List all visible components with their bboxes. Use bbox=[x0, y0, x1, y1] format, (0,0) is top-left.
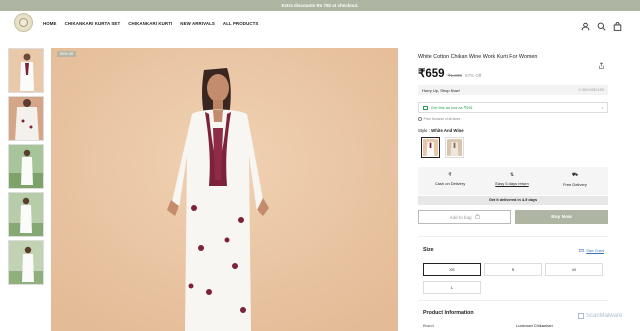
buy-now-button[interactable]: Buy Now bbox=[515, 210, 608, 224]
offer-text: Get this as low as ₹591 bbox=[431, 105, 473, 110]
feature-cod-label: Cash on Delivery bbox=[434, 181, 466, 186]
style-label: Style : White And Wine bbox=[418, 128, 464, 133]
offer-row[interactable]: Get this as low as ₹591 › bbox=[418, 102, 608, 113]
hurry-text: Hurry Up, Shop Now! bbox=[422, 87, 460, 93]
watermark-text: ScanMalware bbox=[586, 313, 623, 319]
chevron-right-icon: › bbox=[601, 105, 603, 110]
thumbnail-1[interactable] bbox=[8, 48, 44, 93]
brand-value: Lucknowi Chikankari bbox=[516, 323, 553, 328]
size-option-s[interactable]: S bbox=[484, 263, 542, 276]
product-title: White Cotton Chikan Wine Work Kurti For … bbox=[418, 54, 538, 60]
watermark-logo-icon bbox=[578, 313, 584, 319]
countdown-timer: ⏱ 00H:03M:15S bbox=[578, 88, 604, 92]
share-icon[interactable] bbox=[598, 56, 605, 69]
bag-icon[interactable] bbox=[613, 18, 622, 31]
tax-note: Price Inclusive of all taxes bbox=[418, 117, 460, 121]
sale-price: ₹659 bbox=[418, 68, 445, 80]
original-price: ₹1,999 bbox=[447, 73, 462, 78]
thumbnail-4[interactable] bbox=[8, 192, 44, 237]
features-box: ₹ Cash on Delivery ⇅ Easy 5 days return … bbox=[418, 167, 608, 195]
thumbnail-5[interactable] bbox=[8, 240, 44, 285]
hurry-banner: Hurry Up, Shop Now! ⏱ 00H:03M:15S bbox=[418, 85, 608, 95]
size-section: Size Size Chart XS S M L bbox=[418, 236, 608, 306]
site-header: HOME CHIKANKARI KURTA SET CHIKANKARI KUR… bbox=[0, 11, 640, 35]
style-swatch-alt[interactable] bbox=[445, 137, 464, 158]
size-option-m[interactable]: M bbox=[545, 263, 603, 276]
header-icons bbox=[581, 18, 622, 31]
main-product-image[interactable]: 80% Off bbox=[51, 48, 398, 331]
size-option-l[interactable]: L bbox=[423, 281, 481, 294]
return-icon: ⇅ bbox=[509, 172, 515, 178]
info-icon bbox=[418, 117, 422, 121]
size-label: Size bbox=[423, 247, 434, 253]
feature-returns-label: Easy 5 days return bbox=[495, 181, 529, 186]
size-option-xs[interactable]: XS bbox=[423, 263, 481, 276]
main-nav: HOME CHIKANKARI KURTA SET CHIKANKARI KUR… bbox=[43, 11, 258, 35]
feature-delivery-label: Free Delivery bbox=[563, 182, 587, 187]
logo-emblem bbox=[19, 18, 28, 27]
size-chart-label: Size Chart bbox=[586, 249, 604, 253]
watermark: ScanMalware bbox=[578, 313, 622, 319]
brand-key: Brand bbox=[423, 323, 434, 328]
size-chart-link[interactable]: Size Chart bbox=[579, 249, 604, 253]
tax-note-text: Price Inclusive of all taxes bbox=[423, 117, 461, 121]
announcement-bar: Extra discounts Rs 750 at checkout. bbox=[0, 0, 640, 11]
nav-chikankari-kurta-set[interactable]: CHIKANKARI KURTA SET bbox=[65, 21, 121, 26]
bag-outline-icon bbox=[475, 214, 480, 220]
discount-percent: 67% Off bbox=[464, 73, 482, 78]
style-value: White And Wine bbox=[431, 128, 464, 133]
rupee-icon: ₹ bbox=[448, 172, 452, 178]
nav-all-products[interactable]: ALL PRODUCTS bbox=[223, 21, 259, 26]
style-swatch-white-wine[interactable] bbox=[421, 137, 440, 158]
add-to-bag-button[interactable]: Add to bag bbox=[418, 210, 511, 224]
user-icon[interactable] bbox=[581, 18, 590, 31]
nav-new-arrivals[interactable]: NEW ARRIVALS bbox=[180, 21, 215, 26]
feature-cod: ₹ Cash on Delivery bbox=[420, 172, 480, 186]
truck-icon: ⛟ bbox=[571, 172, 579, 178]
delivery-estimate: Get it delivered in 4-9 days bbox=[418, 196, 608, 205]
feature-returns[interactable]: ⇅ Easy 5 days return bbox=[482, 172, 542, 186]
nav-chikankari-kurti[interactable]: CHIKANKARI KURTI bbox=[128, 21, 172, 26]
offer-tag-icon bbox=[423, 105, 428, 110]
search-icon[interactable] bbox=[597, 18, 606, 31]
thumbnail-3[interactable] bbox=[8, 144, 44, 189]
ruler-icon bbox=[579, 249, 585, 253]
style-label-key: Style : bbox=[418, 128, 430, 133]
nav-home[interactable]: HOME bbox=[43, 21, 57, 26]
price-row: ₹659 ₹1,999 67% Off bbox=[418, 66, 481, 80]
product-information-title: Product Information bbox=[423, 310, 474, 316]
discount-badge: 80% Off bbox=[57, 51, 76, 57]
feature-free-delivery: ⛟ Free Delivery bbox=[545, 172, 605, 187]
brand-logo[interactable] bbox=[14, 13, 33, 32]
thumbnail-list bbox=[8, 48, 45, 288]
thumbnail-2[interactable] bbox=[8, 96, 44, 141]
add-to-bag-label: Add to bag bbox=[449, 214, 472, 220]
